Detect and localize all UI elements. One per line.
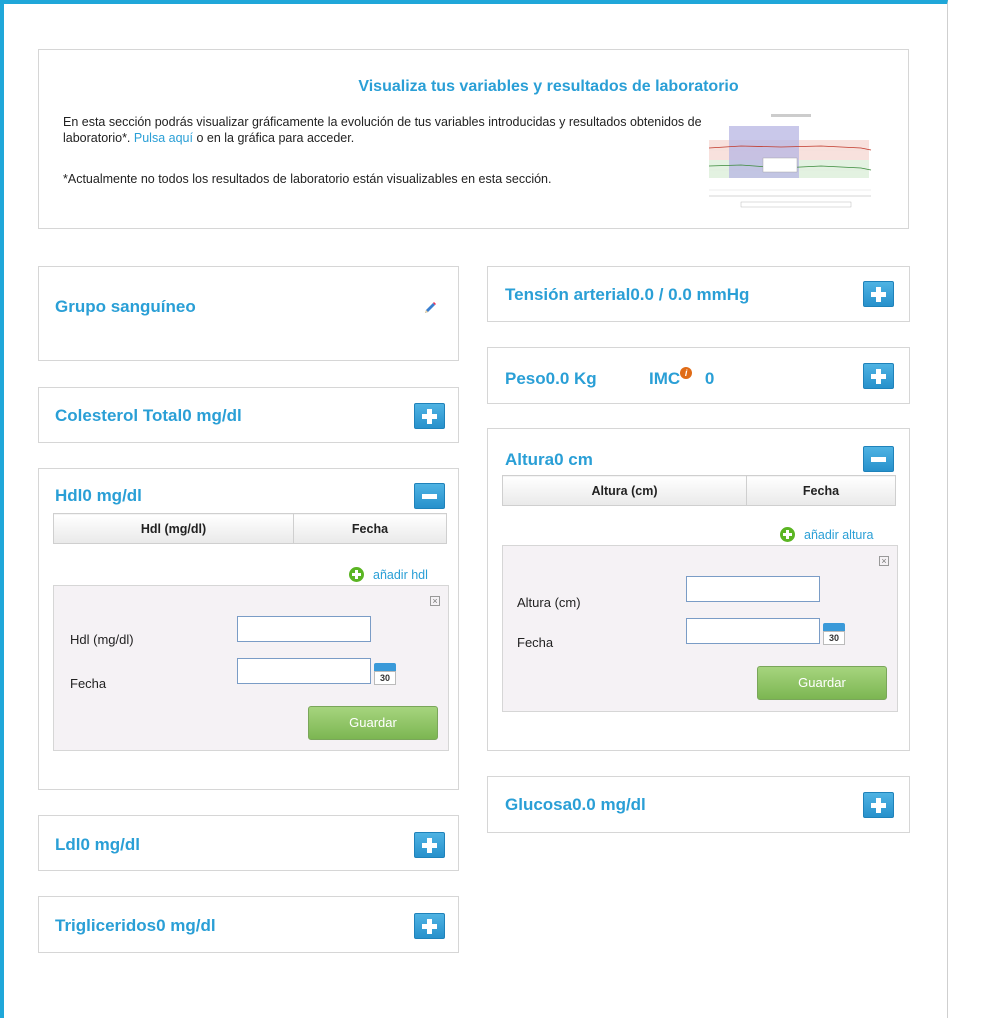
grupo-sanguineo-panel: Grupo sanguíneo xyxy=(38,266,459,361)
hdl-table: Hdl (mg/dl) Fecha xyxy=(53,513,447,544)
ldl-label: Ldl xyxy=(55,835,81,854)
imc-value: 0 xyxy=(704,369,715,388)
glucosa-value: 0.0 mg/dl xyxy=(572,795,646,814)
tension-title: Tensión arterial0.0 / 0.0 mmHg xyxy=(505,285,749,305)
hdl-field-label: Hdl (mg/dl) xyxy=(70,632,134,647)
intro-panel: Visualiza tus variables y resultados de … xyxy=(38,49,909,229)
calendar-icon[interactable]: 30 xyxy=(374,663,396,685)
add-altura-link[interactable]: añadir altura xyxy=(780,527,874,542)
intro-link[interactable]: Pulsa aquí xyxy=(134,131,193,145)
close-icon[interactable]: × xyxy=(879,556,889,566)
tension-label: Tensión arterial xyxy=(505,285,631,304)
intro-title: Visualiza tus variables y resultados de … xyxy=(358,78,739,95)
hdl-column-value: Hdl (mg/dl) xyxy=(53,513,294,544)
tension-value: 0.0 / 0.0 mmHg xyxy=(630,285,750,304)
peso-title: Peso0.0 Kg xyxy=(505,369,597,389)
imc-label: IMC xyxy=(649,369,681,388)
close-icon[interactable]: × xyxy=(430,596,440,606)
calendar-icon[interactable]: 30 xyxy=(823,623,845,645)
hdl-value: 0 mg/dl xyxy=(82,486,142,505)
expand-trigliceridos-button[interactable] xyxy=(414,913,445,939)
grupo-sanguineo-label: Grupo sanguíneo xyxy=(55,297,196,316)
altura-table: Altura (cm) Fecha xyxy=(502,475,896,506)
colesterol-title: Colesterol Total0 mg/dl xyxy=(55,406,242,426)
hdl-panel: Hdl0 mg/dl Hdl (mg/dl) Fecha añadir hdl … xyxy=(38,468,459,790)
ldl-title: Ldl0 mg/dl xyxy=(55,835,140,855)
peso-value: 0.0 Kg xyxy=(545,369,597,388)
intro-text: En esta sección podrás visualizar gráfic… xyxy=(63,114,703,146)
colesterol-label: Colesterol Total xyxy=(55,406,183,425)
calendar-day: 30 xyxy=(823,631,845,645)
tension-panel: Tensión arterial0.0 / 0.0 mmHg xyxy=(487,266,910,322)
add-circle-icon xyxy=(349,567,364,582)
add-hdl-label: añadir hdl xyxy=(373,568,428,582)
trigliceridos-value: 0 mg/dl xyxy=(156,916,216,935)
intro-note: *Actualmente no todos los resultados de … xyxy=(63,172,552,186)
altura-form: × Altura (cm) Fecha 30 Guardar xyxy=(502,545,898,712)
glucosa-title: Glucosa0.0 mg/dl xyxy=(505,795,646,815)
collapse-hdl-button[interactable] xyxy=(414,483,445,509)
glucosa-panel: Glucosa0.0 mg/dl xyxy=(487,776,910,833)
pencil-icon[interactable] xyxy=(423,301,437,315)
hdl-title: Hdl0 mg/dl xyxy=(55,486,142,506)
ldl-panel: Ldl0 mg/dl xyxy=(38,815,459,871)
add-hdl-link[interactable]: añadir hdl xyxy=(349,567,428,582)
altura-title: Altura0 cm xyxy=(505,450,593,470)
expand-tension-button[interactable] xyxy=(863,281,894,307)
ldl-value: 0 mg/dl xyxy=(80,835,141,854)
add-altura-label: añadir altura xyxy=(804,528,874,542)
imc-title: IMC i 0 xyxy=(649,367,715,389)
hdl-date-label: Fecha xyxy=(70,676,107,691)
info-icon[interactable]: i xyxy=(680,367,693,379)
intro-text-after: o en la gráfica para acceder. xyxy=(196,131,355,145)
altura-input[interactable] xyxy=(686,576,820,602)
hdl-date-input[interactable] xyxy=(237,658,371,684)
altura-field-label: Altura (cm) xyxy=(517,595,581,610)
collapse-altura-button[interactable] xyxy=(863,446,894,472)
expand-peso-button[interactable] xyxy=(863,363,894,389)
chart-thumbnail[interactable] xyxy=(701,110,881,210)
peso-label: Peso xyxy=(505,369,546,388)
altura-save-button[interactable]: Guardar xyxy=(757,666,887,700)
expand-glucosa-button[interactable] xyxy=(863,792,894,818)
glucosa-label: Glucosa xyxy=(505,795,573,814)
altura-column-value: Altura (cm) xyxy=(502,475,747,506)
altura-label: Altura xyxy=(505,450,555,469)
hdl-save-button[interactable]: Guardar xyxy=(308,706,438,740)
hdl-form: × Hdl (mg/dl) Fecha 30 Guardar xyxy=(53,585,449,751)
hdl-column-fecha: Fecha xyxy=(293,513,447,544)
altura-date-input[interactable] xyxy=(686,618,820,644)
trigliceridos-label: Trigliceridos xyxy=(55,916,157,935)
add-circle-icon xyxy=(780,527,795,542)
altura-column-fecha: Fecha xyxy=(746,475,896,506)
altura-date-label: Fecha xyxy=(517,635,554,650)
altura-panel: Altura0 cm Altura (cm) Fecha añadir altu… xyxy=(487,428,910,751)
calendar-day: 30 xyxy=(374,671,396,685)
expand-ldl-button[interactable] xyxy=(414,832,445,858)
peso-panel: Peso0.0 Kg IMC i 0 xyxy=(487,347,910,404)
colesterol-value: 0 mg/dl xyxy=(182,406,242,425)
hdl-label: Hdl xyxy=(55,486,83,505)
expand-colesterol-button[interactable] xyxy=(414,403,445,429)
altura-value: 0 cm xyxy=(554,450,593,469)
hdl-input[interactable] xyxy=(237,616,371,642)
trigliceridos-title: Trigliceridos0 mg/dl xyxy=(55,916,216,936)
colesterol-panel: Colesterol Total0 mg/dl xyxy=(38,387,459,443)
trigliceridos-panel: Trigliceridos0 mg/dl xyxy=(38,896,459,953)
